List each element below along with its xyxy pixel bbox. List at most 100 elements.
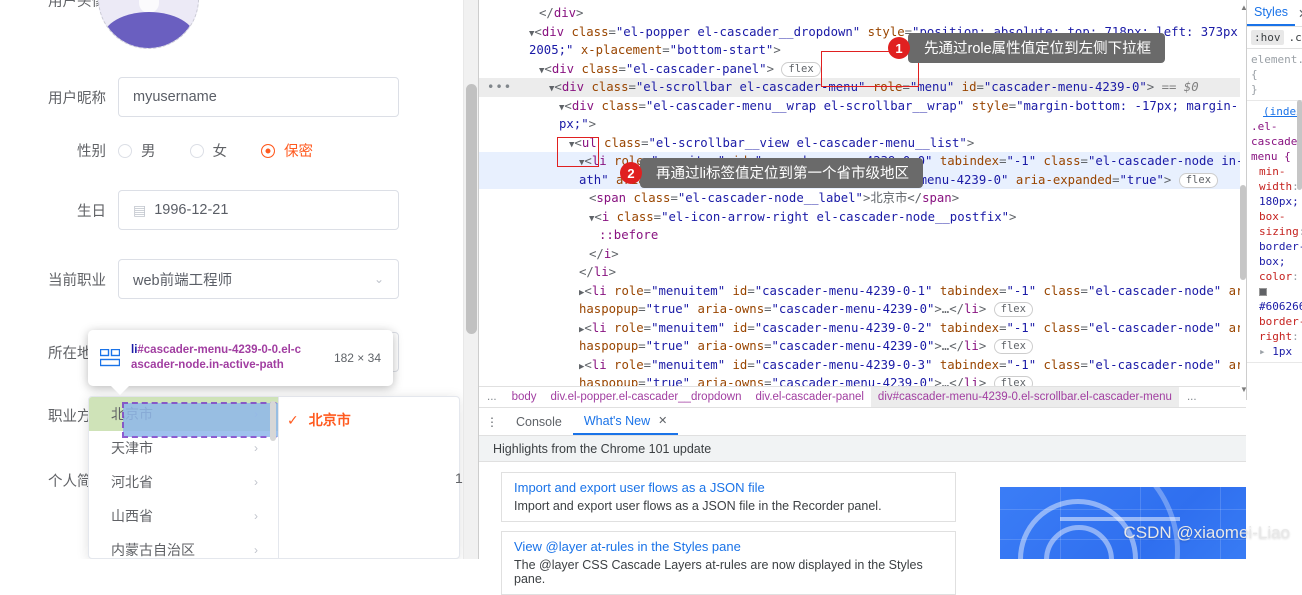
arrow-right-icon: › <box>254 475 258 489</box>
arrow-right-icon: › <box>254 543 258 557</box>
cascader-node-label: 天津市 <box>111 438 153 458</box>
styles-filter-bar[interactable]: :hov .cl <box>1247 27 1302 49</box>
inspector-highlight-overlay <box>123 403 279 437</box>
styles-tabbar[interactable]: Styles ✕ <box>1247 0 1302 27</box>
nickname-input[interactable]: myusername <box>118 77 399 117</box>
dom-tree-line[interactable]: ::before <box>479 226 1302 245</box>
dom-tree-line[interactable]: px;"> <box>479 115 1302 134</box>
gender-radio-female[interactable]: 女 <box>190 140 228 161</box>
dom-tree-line[interactable]: ▶<li role="menuitem" id="cascader-menu-4… <box>479 356 1302 375</box>
dom-tree-line[interactable]: haspopup="true" aria-owns="cascader-menu… <box>479 337 1302 356</box>
dom-tree-line[interactable]: </li> <box>479 263 1302 282</box>
birthday-value: 1996-12-21 <box>154 202 228 218</box>
whats-new-card-title[interactable]: View @layer at-rules in the Styles pane <box>514 539 945 554</box>
css-value-border-right[interactable]: 1px <box>1272 345 1292 358</box>
gender-radio-group[interactable]: 男 女 保密 <box>118 140 313 161</box>
promo-grid-line <box>1060 487 1061 559</box>
css-value-box-sizing[interactable]: border-box; <box>1259 240 1302 268</box>
css-source-link[interactable]: (index) <box>1251 104 1302 119</box>
whats-new-card[interactable]: View @layer at-rules in the Styles pane … <box>501 531 956 595</box>
dom-tree-line[interactable]: </div> <box>479 4 1302 23</box>
dom-tree-line[interactable]: </i> <box>479 245 1302 264</box>
dom-tree-line[interactable]: <span class="el-cascader-node__label">北京… <box>479 189 1302 208</box>
cascader-menu-column-1[interactable]: 北京市 › 天津市 › 河北省 › 山西省 › 内蒙古自治区 › <box>89 397 279 558</box>
chevron-down-icon[interactable]: ⌄ <box>374 272 384 286</box>
color-swatch-icon[interactable] <box>1259 288 1267 296</box>
tab-styles[interactable]: Styles <box>1247 0 1295 26</box>
dom-tree-line[interactable]: ▶<li role="menuitem" id="cascader-menu-4… <box>479 282 1302 301</box>
close-icon[interactable]: ✕ <box>1295 6 1302 21</box>
dom-tree-line[interactable]: haspopup="true" aria-owns="cascader-menu… <box>479 300 1302 319</box>
cascader-node-hebei[interactable]: 河北省 › <box>89 465 278 499</box>
watermark: CSDN @xiaomei-Liao <box>1123 523 1290 543</box>
css-selector-element-style: element.style { <box>1251 52 1302 82</box>
inspector-selector-text: li#cascader-menu-4239-0-0.el-cascader-no… <box>131 343 306 373</box>
cascader-menu-column-2[interactable]: ✓ 北京市 <box>279 397 459 558</box>
breadcrumb-item-menu[interactable]: div#cascader-menu-4239-0.el-scrollbar.el… <box>871 387 1179 407</box>
calendar-icon: ▤ <box>133 203 146 217</box>
css-property-min-width[interactable]: min-width <box>1259 165 1292 193</box>
tab-whats-new[interactable]: What's New ✕ <box>573 408 679 435</box>
breadcrumb-trailing-ellipsis[interactable]: ... <box>1179 391 1205 403</box>
birthday-date-input[interactable]: ▤ 1996-12-21 <box>118 190 399 230</box>
close-icon[interactable]: ✕ <box>658 414 667 427</box>
styles-panel-scrollbar[interactable] <box>1297 100 1302 190</box>
current-job-select[interactable]: web前端工程师 ⌄ <box>118 259 399 299</box>
tab-console[interactable]: Console <box>505 408 573 435</box>
radio-dot-icon <box>190 144 204 158</box>
breadcrumb-item-popper[interactable]: div.el-popper.el-cascader__dropdown <box>544 387 749 407</box>
hov-toggle[interactable]: :hov <box>1251 30 1284 45</box>
css-block-cascader-menu[interactable]: (index) .el-cascader-menu { min-width: 1… <box>1247 101 1302 363</box>
css-block-element-style[interactable]: element.style { } <box>1247 49 1302 101</box>
annotation-text: 再通过li标签值定位到第一个省市级地区 <box>640 158 923 188</box>
gender-label-female: 女 <box>213 140 228 161</box>
avatar[interactable] <box>98 0 199 49</box>
breadcrumb-item-body[interactable]: body <box>505 387 544 407</box>
cascader-dropdown[interactable]: 北京市 › 天津市 › 河北省 › 山西省 › 内蒙古自治区 › <box>88 396 460 559</box>
form-label-nickname: 用户昵称 <box>0 87 118 108</box>
avatar-body-icon <box>103 12 195 49</box>
cascader-node-label: 北京市 <box>309 410 351 430</box>
dom-tree-line[interactable]: haspopup="true" aria-owns="cascader-menu… <box>479 374 1302 386</box>
whats-new-card-desc: The @layer CSS Cascade Layers at-rules a… <box>514 558 945 586</box>
dom-tree-line[interactable]: ▶<li role="menuitem" id="cascader-menu-4… <box>479 319 1302 338</box>
arrow-right-icon: › <box>254 441 258 455</box>
inspected-web-page: 用户头像 用户昵称 myusername 性别 男 女 <box>0 0 463 559</box>
dom-tree-line[interactable]: ▼<ul class="el-scrollbar__view el-cascad… <box>479 134 1302 153</box>
current-job-value: web前端工程师 <box>133 269 232 290</box>
css-property-box-sizing[interactable]: box-sizing <box>1259 210 1299 238</box>
avatar-circle <box>98 0 199 49</box>
page-scrollbar-thumb[interactable] <box>466 84 477 334</box>
page-vertical-scrollbar[interactable] <box>463 0 478 559</box>
css-selector[interactable]: .el-cascader-menu { <box>1251 119 1302 164</box>
whats-new-card[interactable]: Import and export user flows as a JSON f… <box>501 472 956 522</box>
whats-new-card-desc: Import and export user flows as a JSON f… <box>514 499 945 513</box>
cascader-node-beijing-city[interactable]: ✓ 北京市 <box>279 403 459 437</box>
cascader-column-scrollbar[interactable] <box>270 401 276 441</box>
dom-tree-line[interactable]: ▼<i class="el-icon-arrow-right el-cascad… <box>479 208 1302 227</box>
dom-breadcrumb[interactable]: ... body div.el-popper.el-cascader__drop… <box>479 386 1302 408</box>
cls-toggle[interactable]: .cl <box>1289 31 1302 44</box>
arrow-right-icon: › <box>254 509 258 523</box>
css-value-min-width[interactable]: 180px; <box>1259 195 1299 208</box>
css-colon: : <box>1292 270 1299 283</box>
more-options-icon[interactable]: ⋮ <box>479 417 505 427</box>
dom-tree-line[interactable]: •••▼<div class="el-scrollbar el-cascader… <box>479 78 1302 97</box>
form-row-nickname: 用户昵称 myusername <box>0 77 399 117</box>
dom-tree-line[interactable]: ▼<div class="el-cascader-menu__wrap el-s… <box>479 97 1302 116</box>
breadcrumb-item-panel[interactable]: div.el-cascader-panel <box>748 387 870 407</box>
gender-radio-male[interactable]: 男 <box>118 140 156 161</box>
nickname-value: myusername <box>133 89 217 105</box>
whats-new-header: Highlights from the Chrome 101 update <box>479 436 1302 462</box>
whats-new-card-title[interactable]: Import and export user flows as a JSON f… <box>514 480 945 495</box>
css-value-color[interactable]: #606266 <box>1259 300 1302 313</box>
cascader-node-neimenggu[interactable]: 内蒙古自治区 › <box>89 533 278 558</box>
breadcrumb-leading-ellipsis[interactable]: ... <box>479 391 505 403</box>
radio-dot-checked-icon <box>261 144 275 158</box>
gender-radio-secret[interactable]: 保密 <box>261 140 313 161</box>
css-property-color[interactable]: color <box>1259 270 1292 283</box>
inspector-dimensions: 182 × 34 <box>334 351 381 365</box>
radio-dot-icon <box>118 144 132 158</box>
devtools-drawer-tabbar[interactable]: ⋮ Console What's New ✕ <box>479 408 1302 436</box>
cascader-node-shanxi[interactable]: 山西省 › <box>89 499 278 533</box>
